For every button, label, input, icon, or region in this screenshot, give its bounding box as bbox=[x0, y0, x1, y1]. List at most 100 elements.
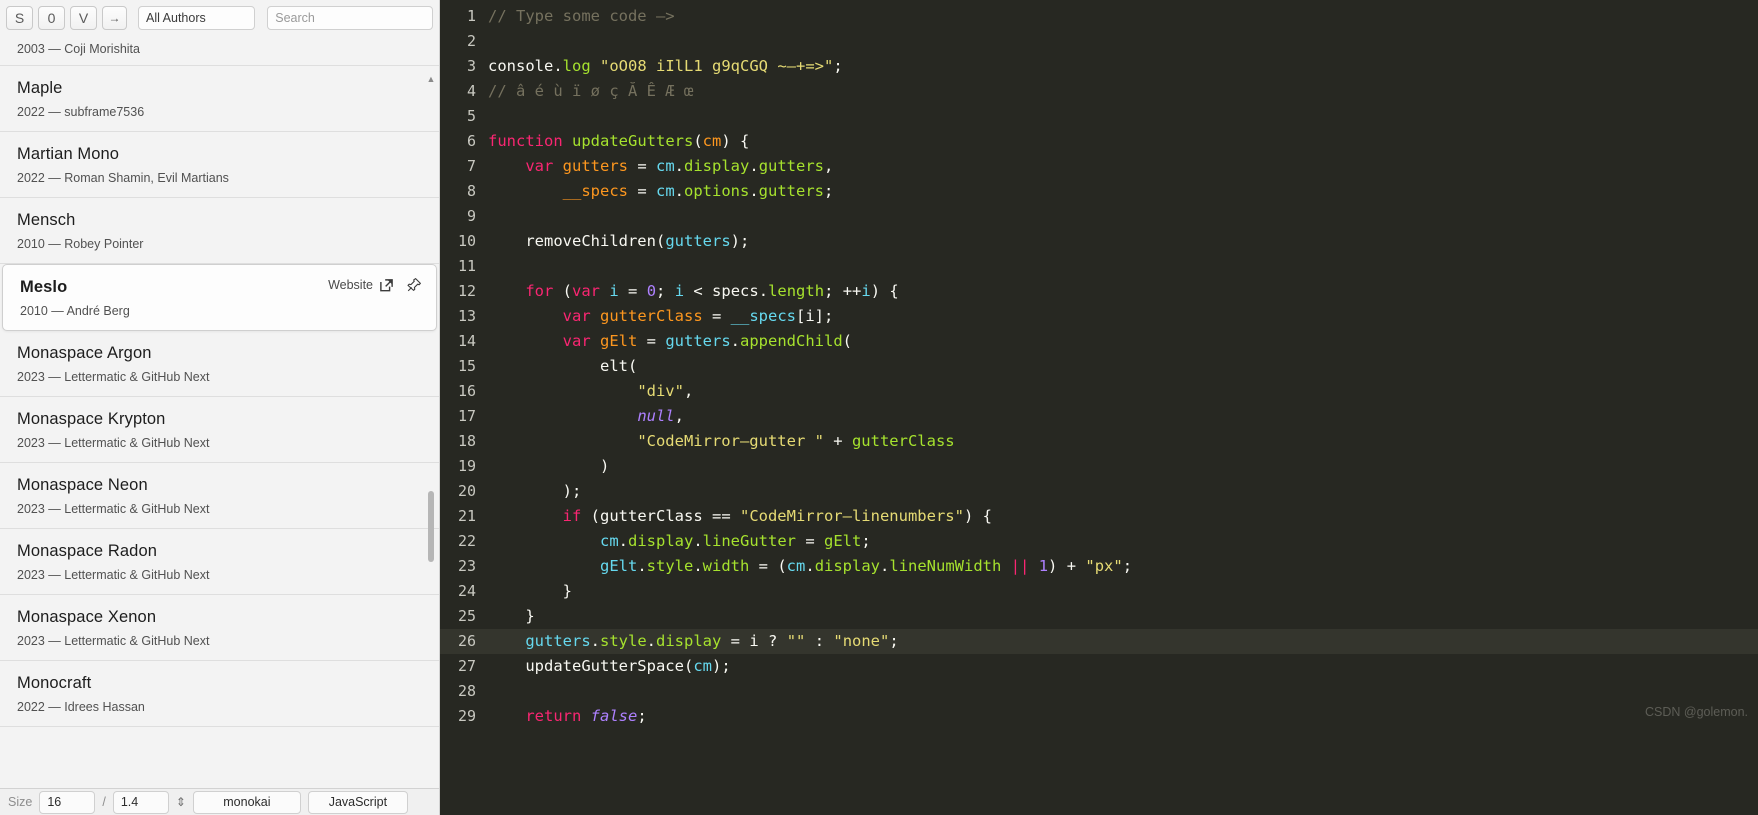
code-line[interactable]: 21 if (gutterClass == "CodeMirror–linenu… bbox=[440, 504, 1758, 529]
code-line[interactable]: 15 elt( bbox=[440, 354, 1758, 379]
code-line-text[interactable]: // â é ù ï ø ç Ă Ê Æ œ bbox=[488, 79, 1758, 104]
line-number: 26 bbox=[457, 632, 476, 650]
theme-select[interactable]: monokai bbox=[192, 790, 301, 814]
code-token: cm bbox=[786, 557, 806, 575]
font-list[interactable]: 2003 — Coji Morishita Maple 2022 — subfram… bbox=[0, 36, 439, 788]
code-line[interactable]: 5 bbox=[440, 104, 1758, 129]
sample-text-button-group: S 0 V → bbox=[6, 6, 127, 30]
code-line-text[interactable]: var gutters = cm.display.gutters, bbox=[488, 154, 1758, 179]
code-line[interactable]: 10 removeChildren(gutters); bbox=[440, 229, 1758, 254]
code-line[interactable]: 16 "div", bbox=[440, 379, 1758, 404]
code-line-text[interactable]: // Type some code –> bbox=[488, 4, 1758, 29]
code-token: ) { bbox=[963, 507, 992, 525]
website-link[interactable]: Website bbox=[328, 278, 394, 293]
code-line[interactable]: 29 return false; bbox=[440, 704, 1758, 729]
sample-zero-button[interactable]: 0 bbox=[38, 6, 65, 30]
code-token: , bbox=[824, 157, 834, 175]
code-line-text[interactable]: ); bbox=[488, 479, 1758, 504]
font-list-item[interactable]: 2003 — Coji Morishita bbox=[0, 41, 439, 66]
font-list-item[interactable]: Maple 2022 — subframe7536 bbox=[0, 66, 439, 132]
code-line-text[interactable]: for (var i = 0; i < specs.length; ++i) { bbox=[488, 279, 1758, 304]
code-token: display bbox=[628, 532, 694, 550]
code-line-text[interactable]: } bbox=[488, 604, 1758, 629]
code-token: "" bbox=[786, 632, 806, 650]
code-token: console bbox=[488, 57, 554, 75]
authors-filter-field[interactable]: All Authors bbox=[138, 6, 256, 30]
font-list-item[interactable]: Monaspace Argon 2023 — Lettermatic & GitH… bbox=[0, 331, 439, 397]
code-token: false bbox=[590, 707, 638, 725]
scrollbar-thumb[interactable] bbox=[428, 491, 434, 562]
font-list-item[interactable]: Monaspace Xenon 2023 — Lettermatic & GitH… bbox=[0, 595, 439, 661]
code-line-text[interactable]: gutters.style.display = i ? "" : "none"; bbox=[488, 629, 1758, 654]
code-line-text[interactable]: cm.display.lineGutter = gElt; bbox=[488, 529, 1758, 554]
code-line[interactable]: 18 "CodeMirror–gutter " + gutterClass bbox=[440, 429, 1758, 454]
code-token: [ bbox=[795, 307, 806, 325]
font-list-scrollbar[interactable]: ▲ ▼ bbox=[425, 72, 437, 788]
code-line[interactable]: 9 bbox=[440, 204, 1758, 229]
line-height-input[interactable]: 1.4 bbox=[112, 790, 169, 814]
scroll-up-arrow-icon[interactable]: ▲ bbox=[425, 72, 437, 86]
code-line[interactable]: 3 console.log "oO08 iIlL1 g9qCGQ ~–+=>"; bbox=[440, 54, 1758, 79]
code-line-text[interactable]: var gElt = gutters.appendChild( bbox=[488, 329, 1758, 354]
font-list-item[interactable]: Monocraft 2022 — Idrees Hassan bbox=[0, 661, 439, 727]
code-editor[interactable]: 1// Type some code –> 2 3 console.log "oO08… bbox=[440, 0, 1758, 815]
sample-v-button[interactable]: V bbox=[70, 6, 97, 30]
code-line-text[interactable]: "CodeMirror–gutter " + gutterClass bbox=[488, 429, 1758, 454]
code-token: . bbox=[646, 632, 657, 650]
code-line[interactable]: 6 function updateGutters(cm) { bbox=[440, 129, 1758, 154]
code-line-text[interactable]: function updateGutters(cm) { bbox=[488, 129, 1758, 154]
font-size-input[interactable]: 16 bbox=[39, 790, 96, 814]
sample-s-button[interactable]: S bbox=[6, 6, 33, 30]
code-line[interactable]: 2 bbox=[440, 29, 1758, 54]
code-line[interactable]: 13 var gutterClass = __specs[i]; bbox=[440, 304, 1758, 329]
font-list-item[interactable]: Mensch 2010 — Robey Pointer bbox=[0, 198, 439, 264]
code-line-text[interactable]: if (gutterClass == "CodeMirror–linenumbe… bbox=[488, 504, 1758, 529]
code-line[interactable]: 22 cm.display.lineGutter = gElt; bbox=[440, 529, 1758, 554]
font-list-item[interactable]: Martian Mono 2022 — Roman Shamin, Evil Ma… bbox=[0, 132, 439, 198]
code-line-text[interactable]: gElt.style.width = (cm.display.lineNumWi… bbox=[488, 554, 1758, 579]
code-line-text[interactable]: __specs = cm.options.gutters; bbox=[488, 179, 1758, 204]
code-line-text[interactable]: null, bbox=[488, 404, 1758, 429]
font-list-item[interactable]: Monaspace Radon 2023 — Lettermatic & GitH… bbox=[0, 529, 439, 595]
code-line[interactable]: 19 ) bbox=[440, 454, 1758, 479]
code-token: length bbox=[768, 282, 825, 300]
line-number: 27 bbox=[457, 657, 476, 675]
code-line[interactable]: 28 bbox=[440, 679, 1758, 704]
code-line-text[interactable]: var gutterClass = __specs[i]; bbox=[488, 304, 1758, 329]
code-line[interactable]: 24 } bbox=[440, 579, 1758, 604]
code-line[interactable]: 7 var gutters = cm.display.gutters, bbox=[440, 154, 1758, 179]
code-line-text[interactable]: removeChildren(gutters); bbox=[488, 229, 1758, 254]
code-line[interactable]: 25 } bbox=[440, 604, 1758, 629]
code-line-text[interactable]: return false; bbox=[488, 704, 1758, 729]
pin-icon[interactable] bbox=[406, 277, 422, 293]
code-line-text[interactable]: elt( bbox=[488, 354, 1758, 379]
language-select[interactable]: JavaScript bbox=[307, 790, 408, 814]
code-line-text[interactable]: updateGutterSpace(cm); bbox=[488, 654, 1758, 679]
code-line[interactable]: 8 __specs = cm.options.gutters; bbox=[440, 179, 1758, 204]
font-list-item[interactable]: Monaspace Krypton 2023 — Lettermatic & Gi… bbox=[0, 397, 439, 463]
code-line[interactable]: 26 gutters.style.display = i ? "" : "non… bbox=[440, 629, 1758, 654]
code-line[interactable]: 17 null, bbox=[440, 404, 1758, 429]
font-list-item[interactable]: Monaspace Neon 2023 — Lettermatic & GitHu… bbox=[0, 463, 439, 529]
code-line-text[interactable]: console.log "oO08 iIlL1 g9qCGQ ~–+=>"; bbox=[488, 54, 1758, 79]
font-list-item-selected[interactable]: Meslo 2010 — André Berg Website bbox=[2, 264, 437, 331]
code-token: ) + bbox=[1048, 557, 1086, 575]
search-input[interactable]: Search bbox=[267, 6, 433, 30]
code-line-text[interactable]: ) bbox=[488, 454, 1758, 479]
code-content[interactable]: 1// Type some code –> 2 3 console.log "oO08… bbox=[440, 0, 1758, 729]
code-line[interactable]: 20 ); bbox=[440, 479, 1758, 504]
code-line[interactable]: 14 var gElt = gutters.appendChild( bbox=[440, 329, 1758, 354]
sample-arrow-button[interactable]: → bbox=[102, 6, 127, 30]
code-line[interactable]: 27 updateGutterSpace(cm); bbox=[440, 654, 1758, 679]
code-line[interactable]: 12 for (var i = 0; i < specs.length; ++i… bbox=[440, 279, 1758, 304]
code-line-text[interactable]: } bbox=[488, 579, 1758, 604]
code-line[interactable]: 1 // Type some code –> bbox=[440, 4, 1758, 29]
code-line[interactable]: 11 bbox=[440, 254, 1758, 279]
code-line[interactable]: 4 // â é ù ï ø ç Ă Ê Æ œ bbox=[440, 79, 1758, 104]
font-meta: 2023 — Lettermatic & GitHub Next bbox=[17, 634, 210, 648]
code-line-text[interactable]: "div", bbox=[488, 379, 1758, 404]
code-line[interactable]: 23 gElt.style.width = (cm.display.lineNu… bbox=[440, 554, 1758, 579]
